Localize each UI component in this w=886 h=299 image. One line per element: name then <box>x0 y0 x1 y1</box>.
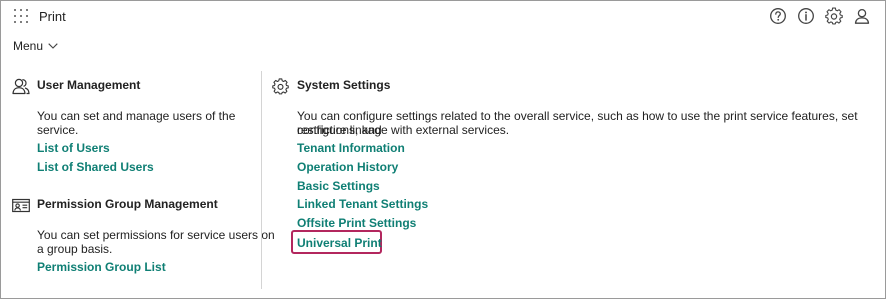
gear-icon[interactable] <box>825 7 843 25</box>
header-toolbar <box>769 7 871 25</box>
link-operation-history[interactable]: Operation History <box>297 160 398 174</box>
help-icon[interactable] <box>769 7 787 25</box>
gear-icon <box>272 78 289 95</box>
users-icon <box>12 78 30 95</box>
link-offsite-print-settings[interactable]: Offsite Print Settings <box>297 216 416 230</box>
user-management-title: User Management <box>37 78 141 92</box>
link-permission-group-list[interactable]: Permission Group List <box>37 260 166 274</box>
chevron-down-icon <box>48 43 58 49</box>
link-universal-print[interactable]: Universal Print <box>297 236 382 250</box>
system-settings-title: System Settings <box>297 78 391 92</box>
info-icon[interactable] <box>797 7 815 25</box>
id-card-icon <box>12 198 30 213</box>
permission-group-title: Permission Group Management <box>37 197 218 211</box>
link-basic-settings[interactable]: Basic Settings <box>297 179 380 193</box>
user-management-description: You can set and manage users of the <box>37 109 236 123</box>
apps-icon[interactable] <box>14 9 28 23</box>
user-icon[interactable] <box>853 7 871 25</box>
menu-dropdown[interactable]: Menu <box>13 39 58 53</box>
link-list-of-users[interactable]: List of Users <box>37 141 110 155</box>
print-window: Print Menu User Management You can set a… <box>0 0 886 299</box>
permission-group-description-cont: a group basis. <box>37 242 113 256</box>
link-list-of-shared-users[interactable]: List of Shared Users <box>37 160 154 174</box>
link-tenant-information[interactable]: Tenant Information <box>297 141 405 155</box>
app-title: Print <box>39 9 66 24</box>
user-management-description-cont: service. <box>37 123 79 137</box>
menu-label: Menu <box>13 39 44 53</box>
permission-group-description: You can set permissions for service user… <box>37 228 275 242</box>
column-divider <box>261 71 262 289</box>
system-settings-description-cont: configure linkage with external services… <box>297 123 510 137</box>
link-linked-tenant-settings[interactable]: Linked Tenant Settings <box>297 197 428 211</box>
